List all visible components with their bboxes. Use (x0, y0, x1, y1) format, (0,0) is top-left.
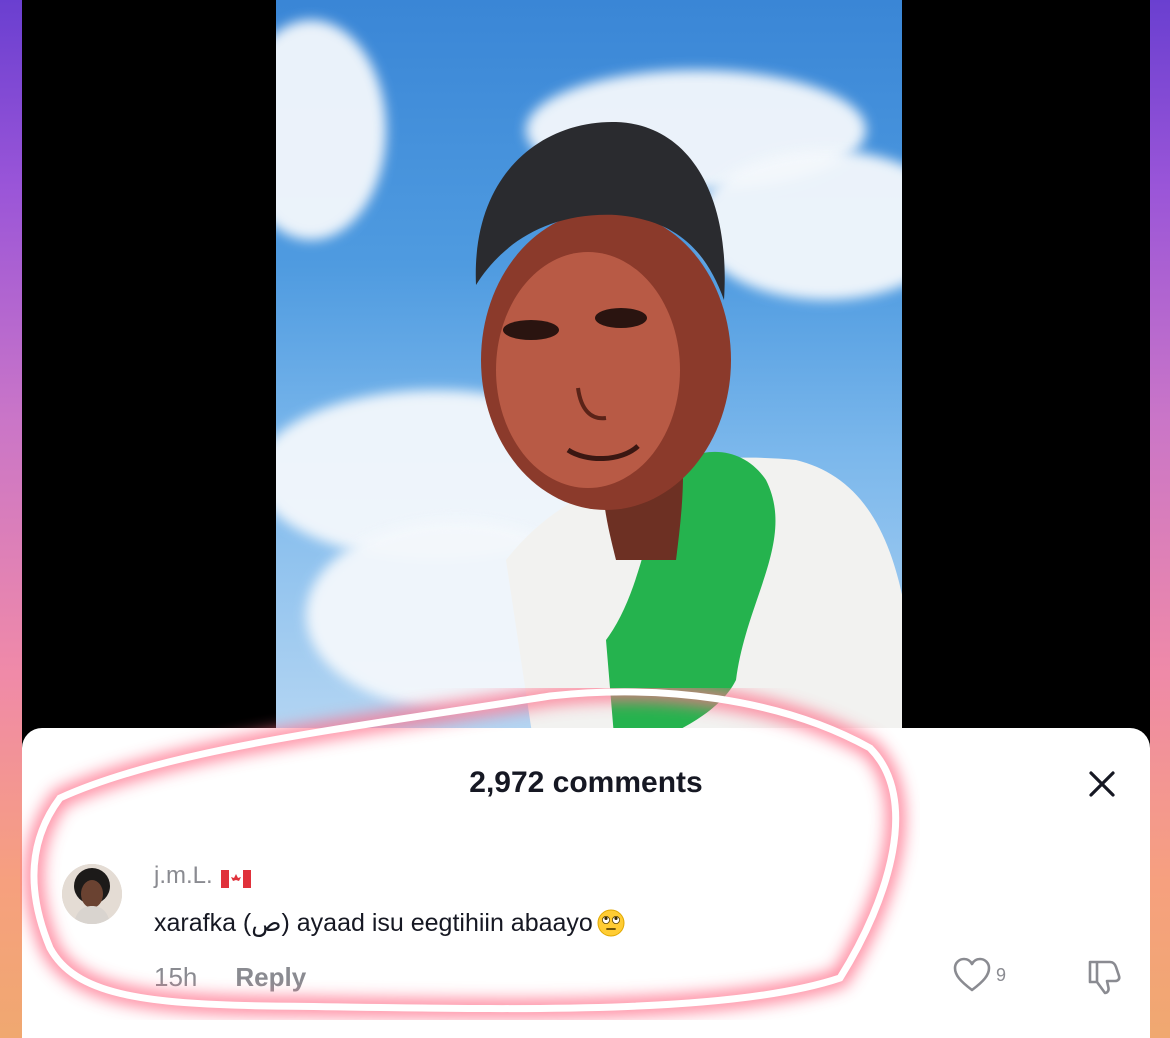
comment-time: 15h (154, 962, 198, 992)
comments-sheet: 2,972 comments j.m.L. xarafka (ص) ayaad … (22, 728, 1150, 1038)
like-count: 9 (996, 964, 1007, 985)
like-button[interactable]: 9 (952, 956, 1006, 994)
avatar-image (62, 864, 122, 924)
video-person-image (475, 121, 902, 760)
reply-button[interactable]: Reply (235, 962, 306, 993)
phone-screen: 2,972 comments j.m.L. xarafka (ص) ayaad … (22, 0, 1150, 1038)
comment-body: xarafka (ص) ayaad isu eegtihiin abaayo (154, 908, 625, 938)
comments-count-title: 2,972 comments (469, 766, 703, 799)
rolling-eyes-emoji-icon (597, 909, 625, 937)
dislike-button[interactable] (1084, 956, 1124, 996)
close-icon (1089, 771, 1115, 797)
canada-flag-icon (220, 867, 251, 888)
thumbs-down-icon (1088, 960, 1121, 995)
comment-meta: 15h Reply (154, 962, 306, 993)
comment-username[interactable]: j.m.L. (154, 862, 251, 890)
comment-text: xarafka (ص) ayaad isu eegtihiin abaayo (154, 909, 593, 937)
heart-icon (953, 957, 991, 992)
video-player[interactable] (276, 0, 902, 760)
username-text: j.m.L. (154, 862, 213, 889)
avatar[interactable] (62, 864, 122, 924)
close-button[interactable] (1082, 764, 1122, 804)
